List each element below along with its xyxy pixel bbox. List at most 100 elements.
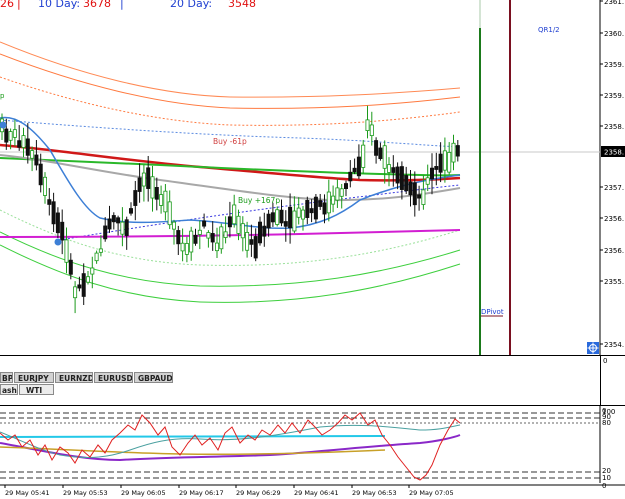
symbol-tabs-row-1: BP EURJPY EURNZD EURUSD GBPAUD xyxy=(0,372,600,384)
candle-body xyxy=(429,167,434,180)
tab-area-axis-label: 0 xyxy=(603,357,608,365)
candle-body xyxy=(386,164,391,173)
candle-body xyxy=(81,273,86,297)
candle-body xyxy=(8,131,13,141)
symbol-tabs-row-2: ash WTI xyxy=(0,384,600,396)
twenty-day-value: 3548 xyxy=(228,0,256,10)
price-scale-panel xyxy=(600,0,625,355)
candle-body xyxy=(68,259,73,275)
candle-body xyxy=(47,199,52,205)
time-axis-label: 29 May 05:53 xyxy=(63,489,108,497)
candle-body xyxy=(296,207,301,218)
candle-body xyxy=(4,128,9,143)
price-axis-label: 2359. xyxy=(604,61,624,69)
price-axis-label: 2354. xyxy=(604,341,624,349)
candle-body xyxy=(171,221,176,230)
candle-body xyxy=(202,220,207,227)
tab-cash[interactable]: ash xyxy=(0,384,18,395)
candle-body xyxy=(60,221,65,241)
candle-body xyxy=(64,239,69,263)
time-axis: 29 May 05:41 29 May 05:53 29 May 06:05 29 M… xyxy=(4,485,454,497)
candle-body xyxy=(339,188,344,197)
header-partial-value: 26 xyxy=(0,0,14,10)
candle-body xyxy=(189,230,194,253)
candle-body xyxy=(116,217,121,224)
osc-label-80: 80 xyxy=(602,419,611,427)
osc-label-10: 10 xyxy=(602,474,611,482)
candle-body xyxy=(412,182,417,206)
candle-body xyxy=(245,231,250,251)
candle-body xyxy=(25,138,30,156)
qr-label: QR1/2 xyxy=(538,26,560,34)
oscillator-panel[interactable]: 0 100 90 80 20 10 0 29 May 05:41 29 May 0… xyxy=(0,405,625,499)
candle-body xyxy=(214,242,219,252)
candle-body xyxy=(447,152,452,173)
candle-body xyxy=(240,223,245,239)
candle-body xyxy=(421,189,426,205)
candle-body xyxy=(417,194,422,199)
candle-body xyxy=(391,167,396,173)
candle-body xyxy=(232,204,237,225)
candle-body xyxy=(292,210,297,232)
time-axis-label: 29 May 06:17 xyxy=(179,489,224,497)
tab-bp[interactable]: BP xyxy=(0,372,13,383)
price-chart[interactable]: 26 | 10 Day: 3678 | 20 Day: 3548 QR1/2 B… xyxy=(0,0,625,355)
candle-body xyxy=(210,233,215,243)
buy-mid-label: Buy +167p xyxy=(238,196,280,205)
price-axis-label: 2361. xyxy=(604,0,624,6)
current-price-value: 2358. xyxy=(604,149,624,157)
candle-body xyxy=(300,209,305,220)
orange-band-dotted xyxy=(0,76,461,126)
candle-body xyxy=(361,144,366,168)
candle-body xyxy=(73,286,78,299)
candle-body xyxy=(176,230,181,245)
candle-body xyxy=(150,176,155,199)
candle-body xyxy=(141,172,146,187)
candle-body xyxy=(404,175,409,192)
candle-body xyxy=(98,248,103,253)
candle-body xyxy=(438,153,443,173)
time-axis-label: 29 May 06:29 xyxy=(236,489,281,497)
candle-body xyxy=(180,242,185,252)
price-axis-label: 2355. xyxy=(604,278,624,286)
candle-body xyxy=(270,212,275,223)
candle-body xyxy=(442,150,447,171)
tab-eurusd[interactable]: EURUSD xyxy=(94,372,133,383)
candle-body xyxy=(249,239,254,245)
candle-body xyxy=(236,215,241,234)
candle-body xyxy=(128,208,133,214)
osc-cyan-line xyxy=(0,435,386,438)
ten-day-label: 10 Day: xyxy=(38,0,80,10)
tab-wti[interactable]: WTI xyxy=(19,384,54,395)
candle-body xyxy=(348,171,353,182)
candle-body xyxy=(77,284,82,289)
candle-body xyxy=(34,154,39,166)
signal-marker-icon xyxy=(54,238,62,246)
price-axis-label: 2360. xyxy=(604,30,624,38)
candle-body xyxy=(455,145,460,157)
candle-body xyxy=(408,181,413,196)
twenty-day-label: 20 Day: xyxy=(170,0,212,10)
green-band-1 xyxy=(0,231,461,287)
candle-body xyxy=(154,187,159,200)
candle-body xyxy=(12,129,17,138)
candle-body xyxy=(124,219,129,236)
candle-body xyxy=(369,124,374,137)
tab-eurnzd[interactable]: EURNZD xyxy=(55,372,93,383)
osc-teal-line xyxy=(0,424,461,458)
candle-body xyxy=(21,135,26,148)
candle-body xyxy=(167,201,172,226)
tab-gbpaud[interactable]: GBPAUD xyxy=(134,372,173,383)
candle-body xyxy=(184,243,189,255)
candle-body xyxy=(253,236,258,259)
orange-band-2 xyxy=(0,53,461,109)
candle-body xyxy=(197,229,202,235)
candle-body xyxy=(107,218,112,230)
candle-body xyxy=(365,119,370,132)
candle-body xyxy=(38,163,43,186)
candle-body xyxy=(318,200,323,207)
candle-body xyxy=(163,190,168,213)
candle-body xyxy=(305,200,310,218)
tab-area-border xyxy=(600,356,601,405)
tab-eurjpy[interactable]: EURJPY xyxy=(14,372,54,383)
